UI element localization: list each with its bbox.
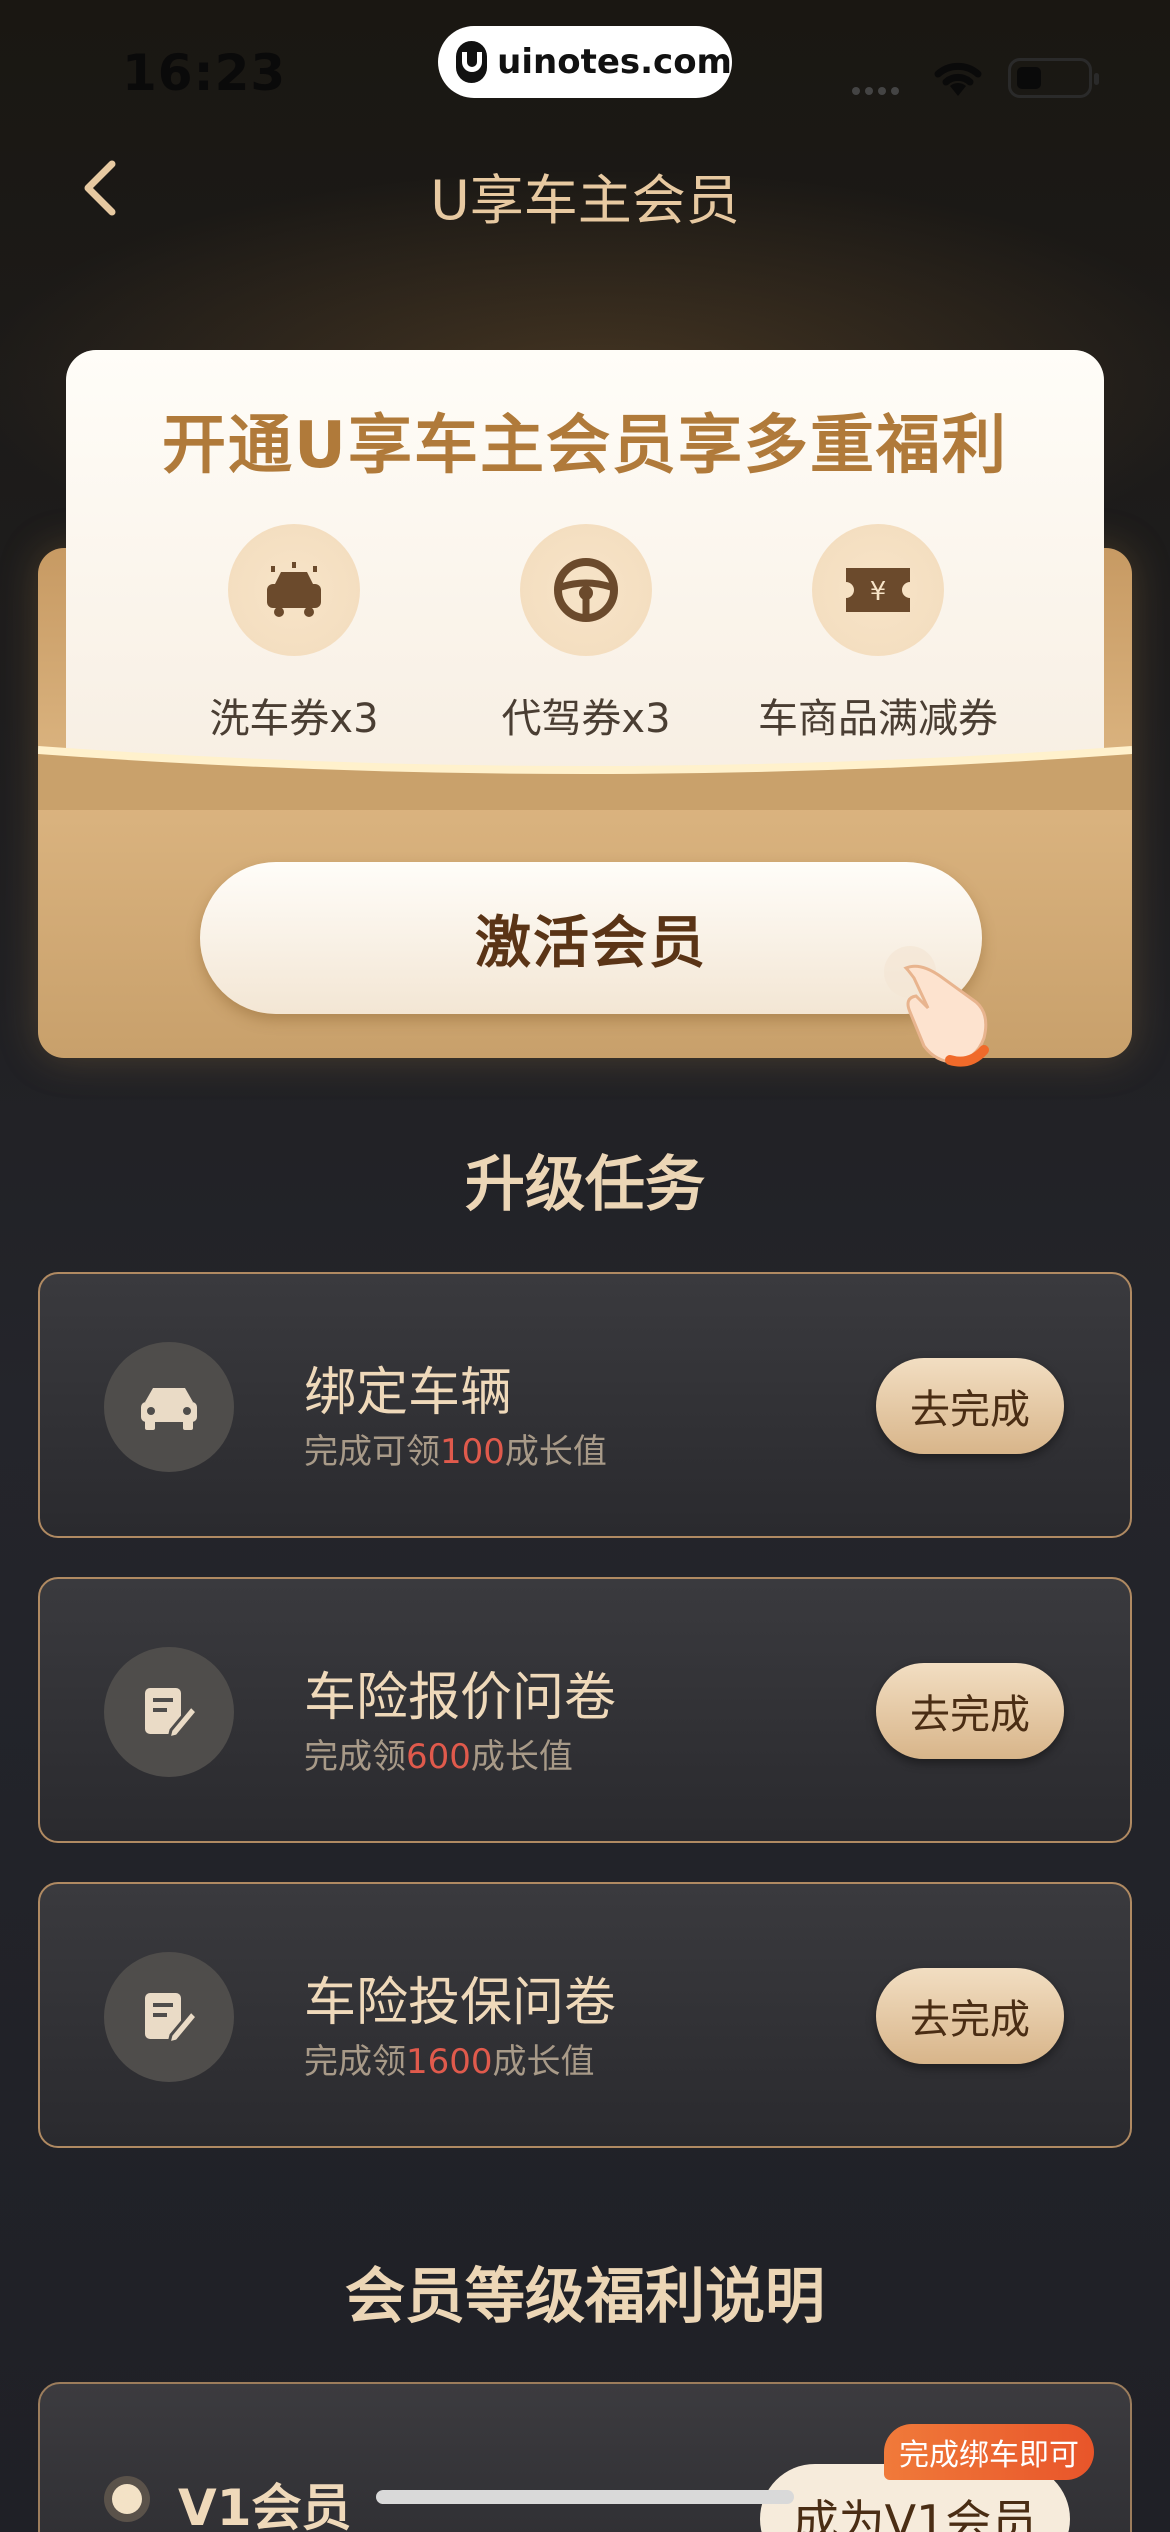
levels-section-title: 会员等级福利说明 [345,2262,825,2332]
edit-form-icon [104,1647,234,1777]
page-title: U享车主会员 [430,169,740,232]
benefit-coupon: ¥ 车商品满减券 [728,524,1028,744]
growth-value: 600 [406,1737,471,1777]
tasks-section-title: 升级任务 [465,1150,705,1220]
task-subtitle: 完成领1600成长值 [304,2042,595,2082]
task-subtitle: 完成领600成长值 [304,1737,573,1777]
growth-value: 1600 [406,2042,493,2082]
pointing-hand-icon [884,946,989,1067]
status-time: 16:23 [122,44,287,102]
activate-membership-button[interactable]: 激活会员 [200,862,982,1014]
steering-wheel-icon [520,524,652,656]
url-pill: uinotes.com [438,26,732,98]
benefit-label: 车商品满减券 [758,696,998,742]
go-complete-button[interactable]: 去完成 [876,1663,1064,1759]
task-subtitle: 完成可领100成长值 [304,1432,607,1472]
coupon-icon: ¥ [812,524,944,656]
go-complete-button[interactable]: 去完成 [876,1968,1064,2064]
edit-form-icon [104,1952,234,2082]
task-title: 车险报价问卷 [304,1668,617,1728]
level-indicator-icon [104,2476,150,2522]
task-card-bind-vehicle: 绑定车辆 完成可领100成长值 去完成 [38,1272,1132,1538]
level-name: V1会员 [178,2479,352,2532]
task-card-quote-survey: 车险报价问卷 完成领600成长值 去完成 [38,1577,1132,1843]
uinotes-logo-icon [456,41,488,83]
wifi-icon [934,62,982,96]
svg-text:¥: ¥ [870,577,887,607]
growth-value: 100 [440,1432,505,1472]
benefit-driving: 代驾券x3 [436,524,736,744]
signal-icon [852,80,904,99]
benefit-label: 洗车券x3 [209,696,379,742]
car-icon [104,1342,234,1472]
task-card-insure-survey: 车险投保问卷 完成领1600成长值 去完成 [38,1882,1132,2148]
home-indicator[interactable] [376,2490,794,2504]
go-complete-button[interactable]: 去完成 [876,1358,1064,1454]
task-title: 车险投保问卷 [304,1973,617,2033]
level-tag-badge: 完成绑车即可 [884,2424,1094,2480]
car-wash-icon [228,524,360,656]
back-chevron-icon[interactable] [72,158,132,218]
benefit-label: 代驾券x3 [501,696,671,742]
benefit-car-wash: 洗车券x3 [144,524,444,744]
battery-icon [1008,58,1099,98]
task-title: 绑定车辆 [304,1363,513,1423]
url-text: uinotes.com [497,42,732,82]
membership-card-title: 开通U享车主会员享多重福利 [162,409,1008,483]
